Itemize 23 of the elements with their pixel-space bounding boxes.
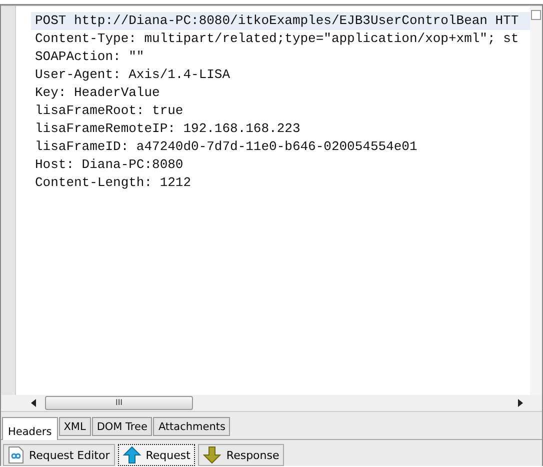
- code-line: lisaFrameRemoteIP: 192.168.168.223: [34, 120, 302, 138]
- panel-tab[interactable]: Request Editor: [3, 444, 115, 466]
- view-tab[interactable]: Attachments: [153, 417, 230, 436]
- up-arrow-icon: [122, 446, 141, 464]
- code-line: User-Agent: Axis/1.4-LISA: [34, 66, 232, 84]
- scroll-left-icon[interactable]: [31, 398, 37, 408]
- down-arrow-icon: [203, 446, 222, 464]
- code-line: lisaFrameID: a47240d0-7d7d-11e0-b646-020054554e01: [34, 138, 418, 156]
- panel-tab[interactable]: Request: [118, 444, 196, 466]
- code-line: SOAPAction: "": [34, 48, 146, 66]
- code-line: lisaFrameRoot: true: [34, 102, 184, 120]
- view-tab[interactable]: XML: [58, 417, 91, 436]
- panel-tab[interactable]: Response: [198, 444, 284, 466]
- horizontal-scrollbar[interactable]: III: [1, 395, 542, 412]
- code-line: Host: Diana-PC:8080: [34, 156, 184, 174]
- code-line: Content-Length: 1212: [34, 174, 192, 192]
- scroll-thumb[interactable]: III: [45, 396, 193, 410]
- scroll-right-icon[interactable]: [518, 398, 524, 408]
- document-icon: [8, 446, 24, 464]
- code-line: Content-Type: multipart/related;type="application/xop+xml"; st: [34, 30, 520, 48]
- code-line: Key: HeaderValue: [34, 84, 161, 102]
- view-tab[interactable]: DOM Tree: [92, 417, 152, 436]
- view-tab[interactable]: Headers: [2, 417, 58, 440]
